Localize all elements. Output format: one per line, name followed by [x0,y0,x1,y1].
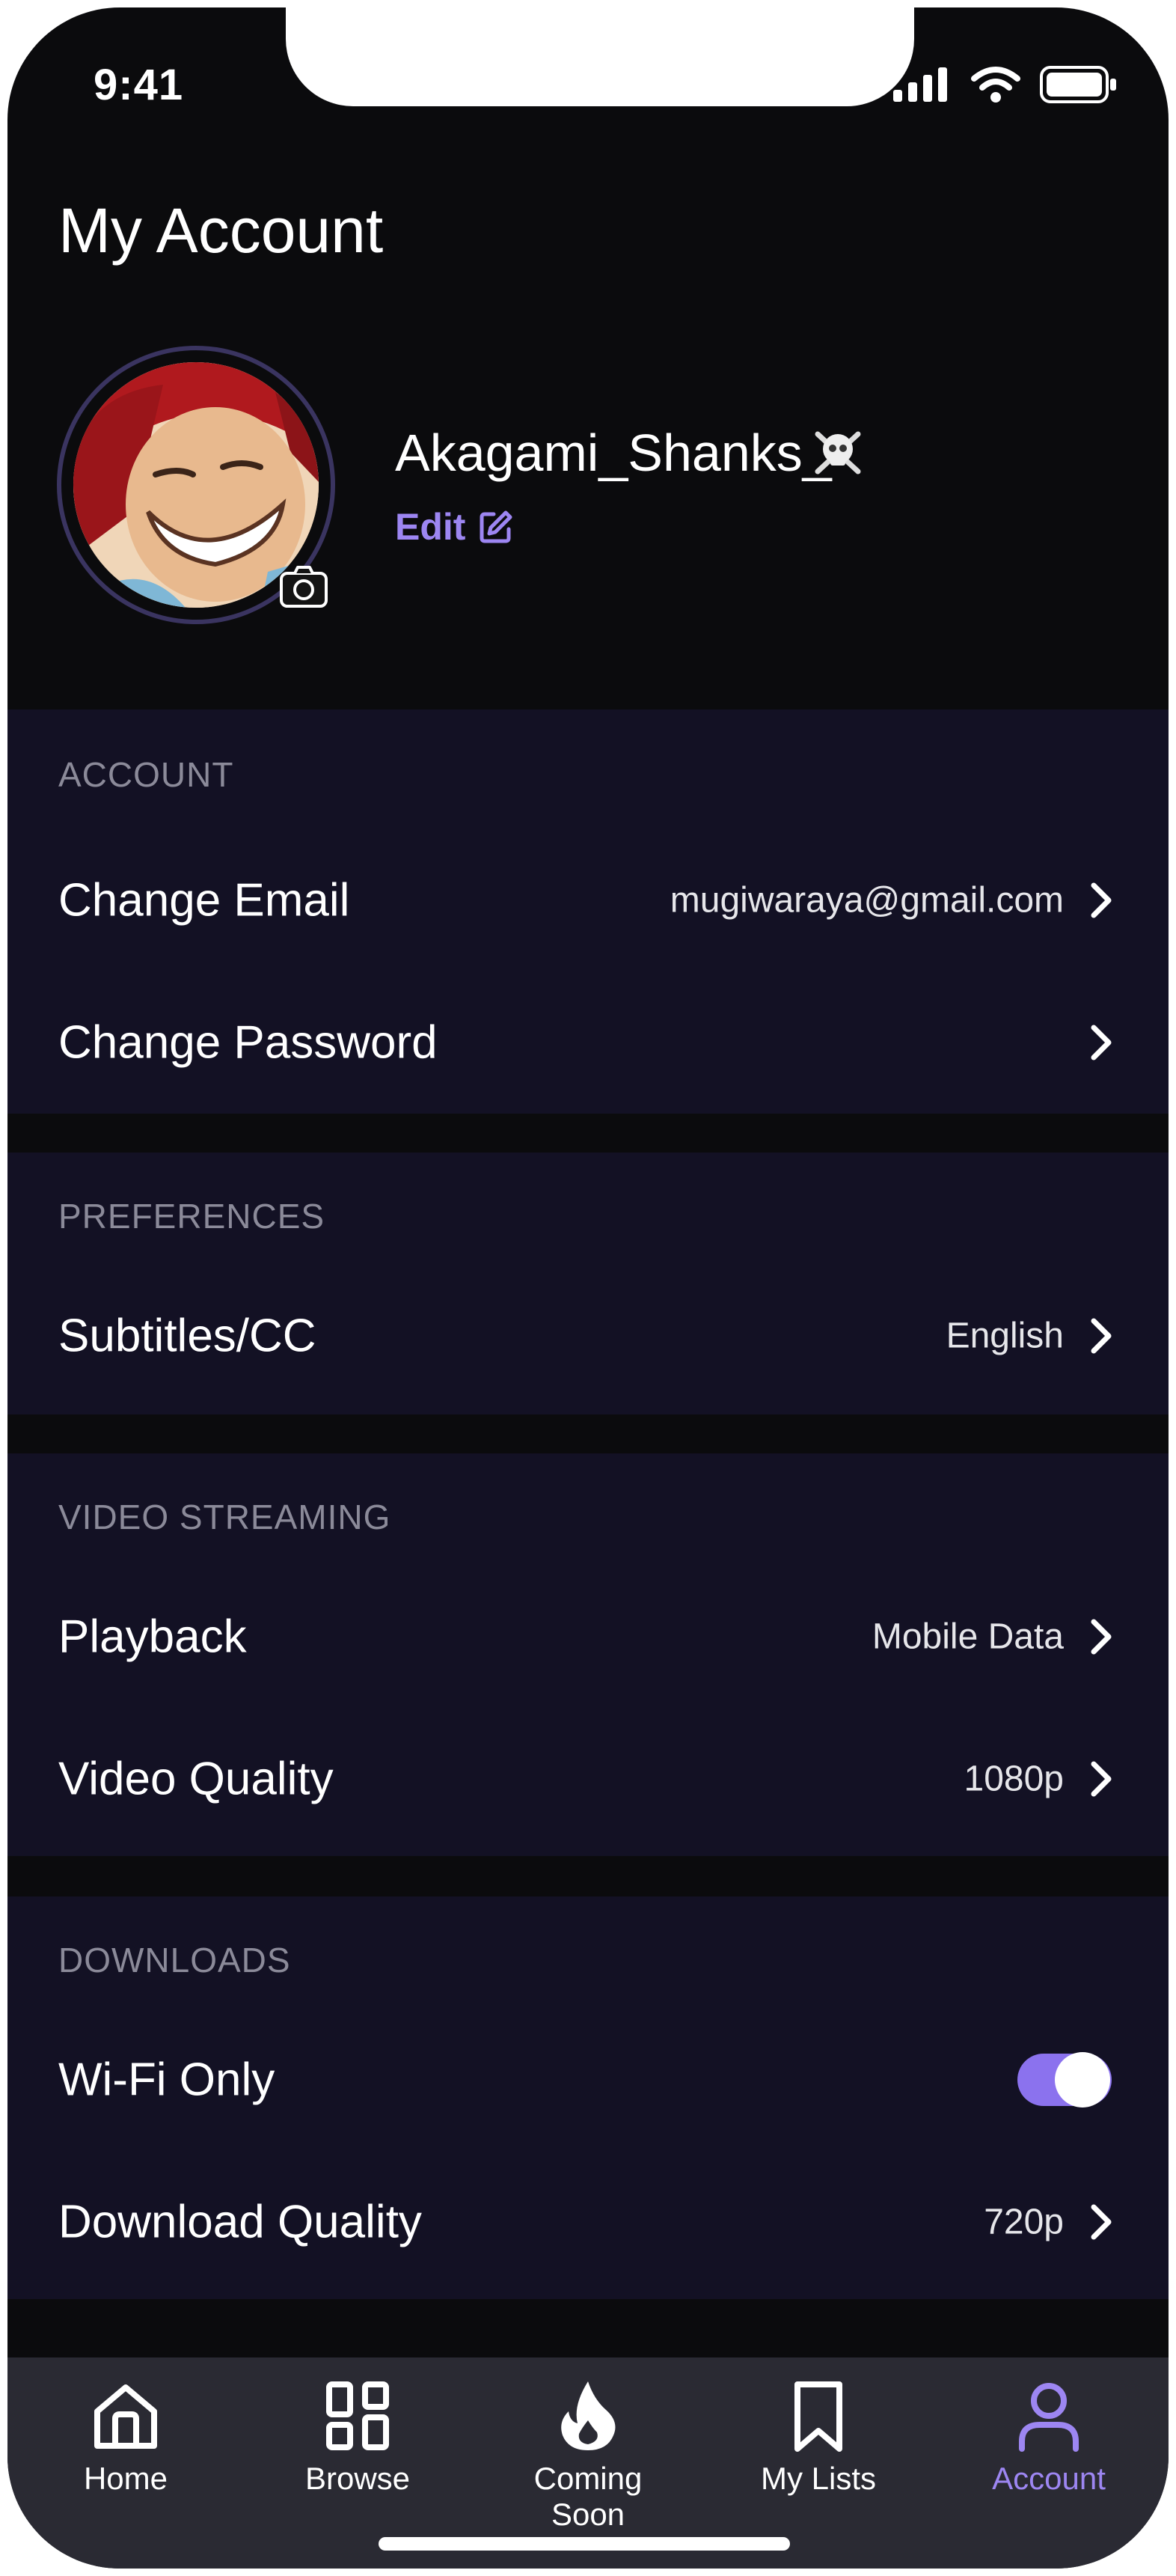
playback-value: Mobile Data [872,1617,1064,1657]
camera-icon[interactable] [274,557,334,617]
profile-username: Akagami_Shanks_ [395,424,832,482]
section-header-preferences: PREFERENCES [58,1197,325,1236]
tab-coming-soon-label: Coming Soon [533,2461,643,2532]
tab-home-label: Home [83,2461,168,2496]
section-header-downloads: DOWNLOADS [58,1941,291,1980]
tab-my-lists-label: My Lists [760,2461,876,2496]
subtitles-row[interactable]: Subtitles/CC English [7,1265,1169,1407]
cellular-signal-icon [893,67,947,102]
wifi-only-row: Wi-Fi Only [7,2009,1169,2151]
section-preferences: PREFERENCES Subtitles/CC English [7,1153,1169,1414]
flame-icon [561,2381,616,2450]
change-password-row[interactable]: Change Password [7,971,1169,1114]
toggle-knob [1055,2052,1110,2108]
home-indicator[interactable] [379,2537,790,2551]
section-header-video-streaming: VIDEO STREAMING [58,1498,391,1536]
chevron-right-icon [1091,882,1112,918]
tab-my-lists[interactable]: My Lists [729,2378,908,2528]
change-email-label: Change Email [58,874,350,927]
tab-account[interactable]: Account [959,2378,1139,2528]
section-video-streaming: VIDEO STREAMING Playback Mobile Data Vid… [7,1453,1169,1856]
section-header-account: ACCOUNT [58,755,234,794]
change-email-row[interactable]: Change Email mugiwaraya@gmail.com [7,829,1169,971]
subtitles-label: Subtitles/CC [58,1310,316,1362]
tab-home[interactable]: Home [36,2378,215,2528]
chevron-right-icon [1091,1761,1112,1797]
tab-browse[interactable]: Browse [268,2378,447,2528]
playback-row[interactable]: Playback Mobile Data [7,1566,1169,1708]
chevron-right-icon [1091,1025,1112,1060]
wifi-icon [971,67,1020,103]
chevron-right-icon [1091,2204,1112,2240]
battery-icon [1040,66,1116,103]
tab-browse-label: Browse [304,2461,411,2496]
download-quality-row[interactable]: Download Quality 720p [7,2151,1169,2293]
edit-label: Edit [395,506,466,548]
home-icon [94,2384,157,2449]
profile-avatar[interactable] [57,346,341,630]
video-quality-value: 1080p [964,1759,1064,1799]
section-downloads: DOWNLOADS Wi-Fi Only Download Quality 72… [7,1896,1169,2299]
edit-icon [480,510,512,543]
edit-profile-button[interactable]: Edit [395,505,513,549]
change-email-value: mugiwaraya@gmail.com [670,880,1064,921]
wifi-only-label: Wi-Fi Only [58,2054,275,2106]
download-quality-value: 720p [984,2202,1064,2242]
chevron-right-icon [1091,1318,1112,1354]
video-quality-row[interactable]: Video Quality 1080p [7,1708,1169,1850]
video-quality-label: Video Quality [58,1753,334,1805]
wifi-only-toggle[interactable] [1017,2052,1112,2108]
skull-crossbones-icon [815,431,861,474]
section-account: ACCOUNT Change Email mugiwaraya@gmail.co… [7,709,1169,1114]
subtitles-value: English [946,1316,1064,1356]
grid-icon [326,2381,389,2450]
user-icon [1019,2383,1079,2452]
status-time: 9:41 [94,61,184,109]
chevron-right-icon [1091,1619,1112,1655]
tab-account-label: Account [992,2461,1106,2496]
phone-screen: 9:41 My Account Akagami_Shanks_ Edit ACC… [7,7,1169,2569]
bookmark-icon [794,2381,842,2452]
status-icons [893,66,1118,103]
page-title: My Account [58,195,384,266]
change-password-label: Change Password [58,1016,438,1069]
download-quality-label: Download Quality [58,2196,422,2248]
playback-label: Playback [58,1611,247,1663]
tab-coming-soon[interactable]: Coming Soon [498,2378,678,2532]
notch [286,7,914,106]
